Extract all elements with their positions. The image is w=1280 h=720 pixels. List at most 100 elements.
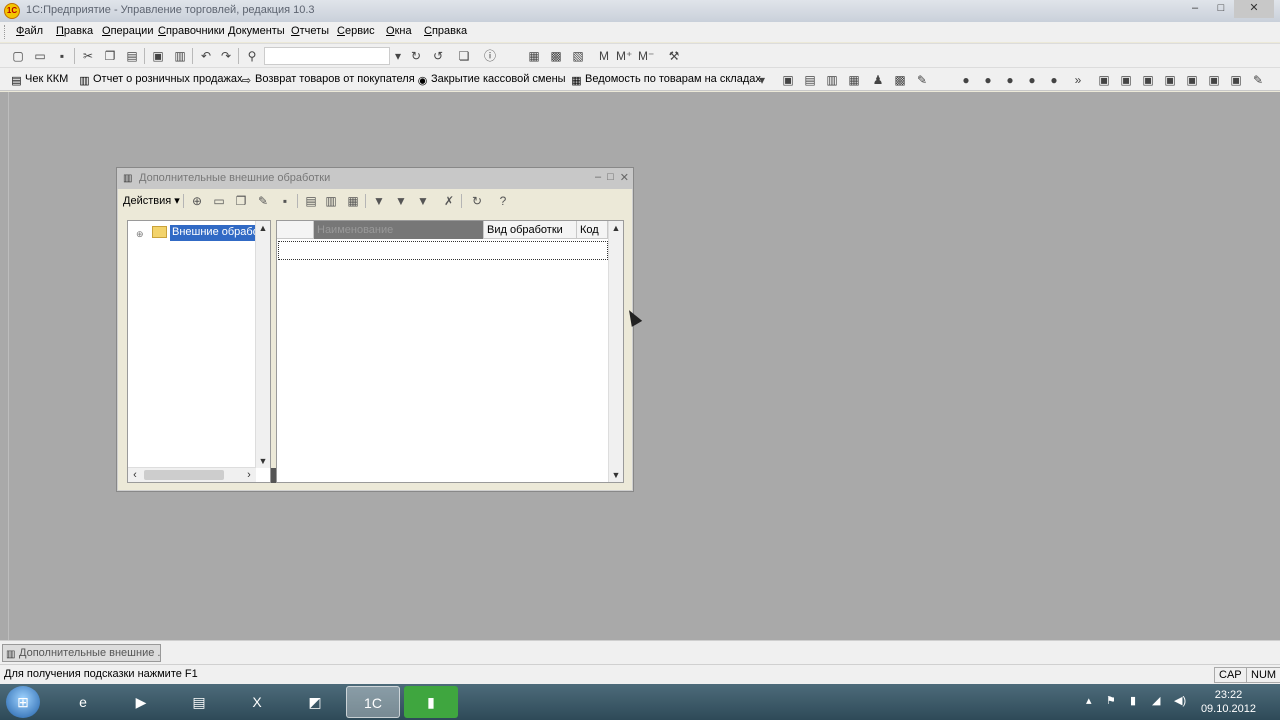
menu-help[interactable]: Справка: [424, 25, 467, 37]
document-icon[interactable]: ▥: [824, 72, 840, 88]
refresh-icon[interactable]: ↻: [469, 193, 485, 209]
memory-m-icon[interactable]: M: [596, 48, 612, 64]
delete-icon[interactable]: ▪: [277, 193, 293, 209]
find-previous-icon[interactable]: ↺: [430, 48, 446, 64]
tools-icon[interactable]: ⚒: [666, 48, 682, 64]
tree-vertical-scrollbar[interactable]: ▲ ▼: [255, 221, 270, 468]
edit-icon[interactable]: ✎: [255, 193, 271, 209]
open-folder-icon[interactable]: ▭: [32, 48, 48, 64]
scroll-down-icon[interactable]: ▼: [609, 468, 623, 482]
actions-menu-button[interactable]: Действия ▾: [123, 194, 180, 207]
toolbar-item-customer-return[interactable]: ⇨ Возврат товаров от покупателя: [240, 73, 415, 88]
chevron-down-icon[interactable]: ▾: [390, 48, 406, 64]
menu-documents[interactable]: Документы: [228, 25, 285, 37]
level-down-icon[interactable]: ▦: [345, 193, 361, 209]
camera-app-icon[interactable]: ▮: [404, 686, 458, 718]
battery-icon[interactable]: ▮: [1130, 694, 1136, 707]
copy-icon[interactable]: ❐: [102, 48, 118, 64]
clear-filter-icon[interactable]: ✗: [441, 193, 457, 209]
volume-icon[interactable]: ◀): [1174, 694, 1186, 707]
1c-enterprise-icon[interactable]: 1C: [346, 686, 400, 718]
expand-icon[interactable]: ⊕: [136, 229, 144, 240]
calendar-icon[interactable]: ▩: [548, 48, 564, 64]
column-header-icon[interactable]: [277, 221, 314, 239]
grid-icon[interactable]: ▩: [892, 72, 908, 88]
window-copy-icon[interactable]: ❏: [456, 48, 472, 64]
undo-icon[interactable]: ↶: [198, 48, 214, 64]
column-header-type[interactable]: Вид обработки: [484, 221, 577, 239]
table-row[interactable]: [278, 241, 608, 260]
list-vertical-scrollbar[interactable]: ▲ ▼: [608, 221, 623, 482]
window-icon[interactable]: ▣: [1162, 72, 1178, 88]
toolbar-item-warehouse-report[interactable]: ▦ Ведомость по товарам на складах: [570, 73, 761, 88]
filter-list-icon[interactable]: ▼: [415, 193, 431, 209]
cut-icon[interactable]: ✂: [80, 48, 96, 64]
column-header-code[interactable]: Код: [577, 221, 608, 239]
find-next-icon[interactable]: ↻: [408, 48, 424, 64]
column-header-name[interactable]: Наименование: [314, 221, 484, 239]
menu-service[interactable]: Сервис: [337, 25, 375, 37]
memory-minus-icon[interactable]: M⁻: [638, 48, 654, 64]
maximize-button[interactable]: □: [1208, 0, 1234, 18]
document-icon[interactable]: ▦: [846, 72, 862, 88]
tree-horizontal-scrollbar[interactable]: ‹ ›: [128, 467, 256, 482]
search-icon[interactable]: ⚲: [244, 48, 260, 64]
menu-file[interactable]: Файл: [16, 25, 43, 37]
tool-icon[interactable]: ●: [1046, 72, 1062, 88]
add-group-icon[interactable]: ▭: [211, 193, 227, 209]
tool-icon[interactable]: ●: [958, 72, 974, 88]
window-icon[interactable]: ▣: [1140, 72, 1156, 88]
network-icon[interactable]: ⚑: [1106, 694, 1116, 707]
file-explorer-icon[interactable]: ▤: [172, 686, 226, 718]
new-document-icon[interactable]: ▢: [10, 48, 26, 64]
window-icon[interactable]: ▣: [1118, 72, 1134, 88]
paste-icon[interactable]: ▤: [124, 48, 140, 64]
toolbar-item-close-shift[interactable]: ◉ Закрытие кассовой смены: [416, 73, 566, 88]
hierarchy-icon[interactable]: ▤: [303, 193, 319, 209]
toolbar-item-receipt[interactable]: ▤ Чек ККМ: [10, 73, 68, 88]
filter-icon[interactable]: ▼: [371, 193, 387, 209]
menu-operations[interactable]: Операции: [102, 25, 153, 37]
redo-icon[interactable]: ↷: [218, 48, 234, 64]
tool-icon[interactable]: ●: [980, 72, 996, 88]
system-clock[interactable]: 23:22 09.10.2012: [1201, 688, 1256, 716]
level-up-icon[interactable]: ▥: [323, 193, 339, 209]
tray-expand-icon[interactable]: ▴: [1086, 694, 1092, 707]
users-icon[interactable]: ♟: [870, 72, 886, 88]
tool-icon[interactable]: ●: [1024, 72, 1040, 88]
filter-value-icon[interactable]: ▼: [393, 193, 409, 209]
scroll-up-icon[interactable]: ▲: [256, 221, 270, 235]
chart-icon[interactable]: ✎: [914, 72, 930, 88]
signal-icon[interactable]: ◢: [1152, 694, 1160, 707]
chevron-down-icon[interactable]: ▾: [754, 72, 770, 88]
help-icon[interactable]: ?: [495, 193, 511, 209]
menu-edit[interactable]: Правка: [56, 25, 93, 37]
toolbar-item-retail-report[interactable]: ▥ Отчет о розничных продажах: [78, 73, 242, 88]
memory-plus-icon[interactable]: M⁺: [616, 48, 632, 64]
window-icon[interactable]: ▣: [1206, 72, 1222, 88]
menu-windows[interactable]: Окна: [386, 25, 412, 37]
scroll-up-icon[interactable]: ▲: [609, 221, 623, 235]
menu-catalogs[interactable]: Справочники: [158, 25, 225, 37]
window-icon[interactable]: ▣: [1184, 72, 1200, 88]
start-button[interactable]: ⊞: [6, 686, 40, 718]
excel-icon[interactable]: X: [230, 686, 284, 718]
menu-reports[interactable]: Отчеты: [291, 25, 329, 37]
child-maximize-button[interactable]: □: [607, 171, 614, 184]
scroll-left-icon[interactable]: ‹: [128, 468, 142, 482]
clipboard-icon[interactable]: ▧: [570, 48, 586, 64]
print-icon[interactable]: ▣: [150, 48, 166, 64]
scroll-right-icon[interactable]: ›: [242, 468, 256, 482]
minimize-button[interactable]: –: [1182, 0, 1208, 18]
groups-tree[interactable]: ⊕ Внешние обработки ▲ ▼ ‹ ›: [127, 220, 271, 483]
media-player-icon[interactable]: ▶: [114, 686, 168, 718]
save-icon[interactable]: ▪: [54, 48, 70, 64]
document-icon[interactable]: ▣: [780, 72, 796, 88]
processing-list[interactable]: Наименование Вид обработки Код ▲ ▼: [276, 220, 624, 483]
child-close-button[interactable]: ✕: [620, 171, 629, 184]
tool-icon[interactable]: ●: [1002, 72, 1018, 88]
print-preview-icon[interactable]: ▥: [172, 48, 188, 64]
more-icon[interactable]: »: [1070, 72, 1086, 88]
scroll-down-icon[interactable]: ▼: [256, 454, 270, 468]
calculator-icon[interactable]: ▦: [526, 48, 542, 64]
